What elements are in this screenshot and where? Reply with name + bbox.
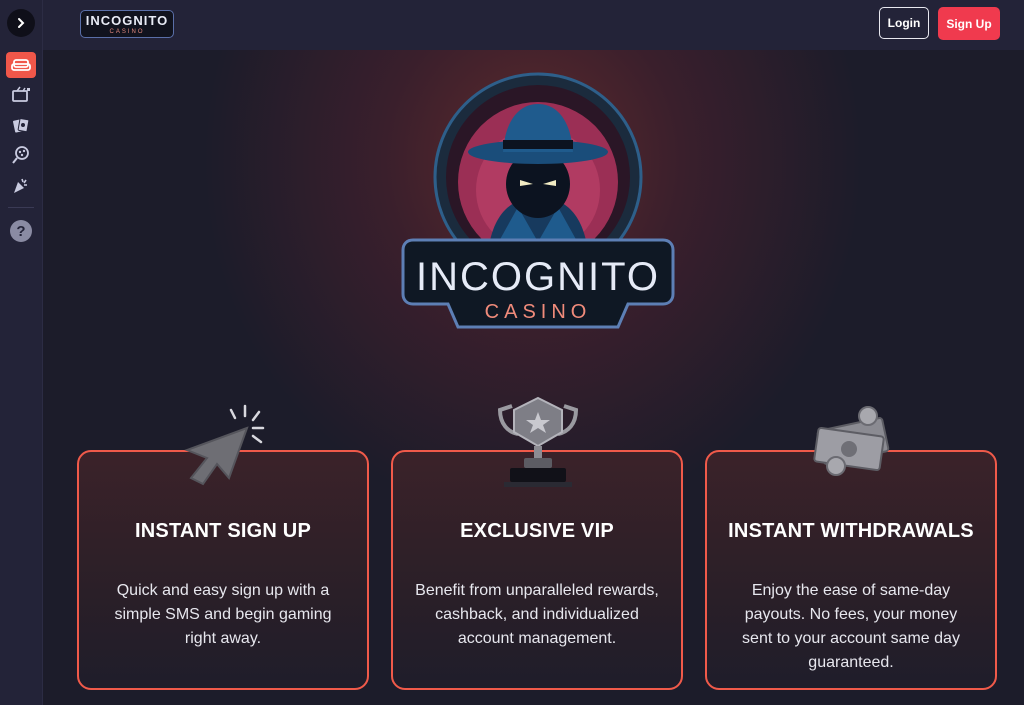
feature-card-withdrawals: INSTANT WITHDRAWALS Enjoy the ease of sa… [705,450,997,690]
sofa-icon [11,59,31,71]
tv-icon [12,86,30,102]
feature-title: EXCLUSIVE VIP [460,520,614,542]
signup-button[interactable]: Sign Up [938,7,1000,40]
top-header: INCOGNITO CASINO Login Sign Up [43,0,1024,50]
feature-text: Enjoy the ease of same-day payouts. No f… [742,582,960,671]
help-icon: ? [16,222,26,240]
sidebar-item-live[interactable] [6,82,36,108]
login-button[interactable]: Login [879,7,929,39]
party-popper-icon [14,178,27,193]
feature-card-signup: INSTANT SIGN UP Quick and easy sign up w… [77,450,369,690]
hero-logo-word: INCOGNITO [416,255,660,299]
feature-title: INSTANT SIGN UP [135,520,311,542]
header-logo-word: INCOGNITO [85,13,169,28]
feature-text: Quick and easy sign up with a simple SMS… [114,582,332,647]
cards-icon [13,118,30,133]
header-logo[interactable]: INCOGNITO CASINO [80,10,174,38]
sidebar-divider [8,207,34,208]
sidebar: ? [0,0,43,705]
chevron-right-icon [18,18,25,28]
main-content: INCOGNITO CASINO INSTANT SIGN UP Quick a… [43,50,1024,705]
sidebar-item-lottery[interactable] [6,142,36,168]
lottery-ball-icon [12,146,29,164]
hero-logo: INCOGNITO CASINO [401,72,675,329]
cursor-click-icon [184,404,265,486]
feature-text: Benefit from unparalleled rewards, cashb… [415,582,659,647]
money-icon [813,406,890,476]
sidebar-item-cards[interactable] [6,112,36,138]
help-button[interactable]: ? [10,220,32,242]
sidebar-item-lobby[interactable] [6,52,36,78]
sidebar-item-promotions[interactable] [6,172,36,198]
hero-logo-sub: CASINO [485,301,592,323]
header-logo-sub: CASINO [109,29,145,35]
trophy-icon [498,396,578,487]
feature-title: INSTANT WITHDRAWALS [728,520,974,542]
sidebar-toggle-button[interactable] [7,9,35,37]
